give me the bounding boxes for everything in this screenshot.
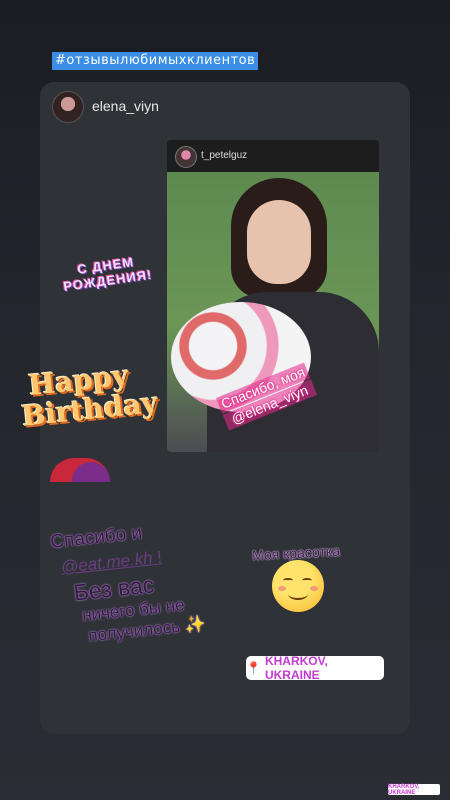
author-username[interactable]: elena_viyn	[92, 98, 159, 114]
location-label: KHARKOV, UKRAINE	[264, 654, 328, 682]
thanks-text: Спасибо и @eat.me.kh ! Без вас ничего бы…	[49, 515, 207, 650]
happy-birthday-sticker: Happy Birthday	[17, 358, 159, 433]
author-avatar[interactable]	[52, 91, 84, 123]
shared-post[interactable]: t_petelguz Спасибо, моя @elena_viyn	[167, 140, 379, 452]
location-pin-icon: 📍	[246, 661, 261, 675]
location-sticker[interactable]: 📍 KHARKOV, UKRAINE	[246, 654, 384, 682]
post-photo: Спасибо, моя @elena_viyn	[167, 172, 379, 452]
smiling-emoji-icon	[272, 560, 324, 612]
post-username[interactable]: t_petelguz	[201, 150, 247, 161]
sparkle-icon: ✨	[183, 614, 207, 636]
hashtag-sticker[interactable]: #отзывылюбимыхклиентов	[52, 52, 259, 70]
post-avatar[interactable]	[175, 146, 197, 168]
mini-location-tag[interactable]: KHARKOV, UKRAINE	[388, 784, 440, 796]
exclamation: !	[156, 547, 163, 567]
post-header: t_petelguz	[167, 140, 379, 172]
person-face	[247, 200, 311, 284]
